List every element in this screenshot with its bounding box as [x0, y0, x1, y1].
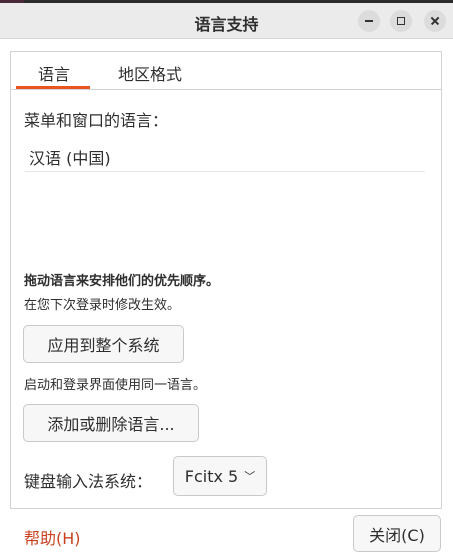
menu-language-label: 菜单和窗口的语言：	[24, 111, 169, 130]
maximize-icon[interactable]	[390, 10, 412, 32]
chevron-down-icon: ﹀	[244, 470, 256, 483]
tab-regional-formats[interactable]: 地区格式	[118, 61, 182, 85]
tab-bar: 语言 地区格式	[11, 52, 441, 90]
active-tab-indicator	[16, 86, 90, 89]
login-screen-hint: 启动和登录界面使用同一语言。	[24, 378, 207, 393]
language-support-panel: 语言 地区格式 菜单和窗口的语言： 汉语 (中国) 拖动语言来安排他们的优先顺序…	[10, 51, 442, 509]
tab-language[interactable]: 语言	[38, 61, 70, 85]
help-button[interactable]: 帮助(H)	[24, 525, 81, 549]
input-method-value: Fcitx 5	[184, 466, 239, 486]
effect-next-login-hint: 在您下次登录时修改生效。	[24, 298, 181, 313]
language-list-divider	[25, 171, 425, 172]
input-method-label: 键盘输入法系统：	[24, 472, 153, 491]
window-title: 语言支持	[194, 15, 259, 34]
minimize-icon[interactable]	[358, 10, 380, 32]
add-remove-languages-button[interactable]: 添加或删除语言...	[23, 404, 199, 442]
title-bar: 语言支持	[0, 3, 453, 39]
apply-system-wide-button[interactable]: 应用到整个系统	[23, 325, 184, 363]
language-list-item[interactable]: 汉语 (中国)	[29, 145, 111, 169]
close-icon[interactable]	[424, 10, 446, 32]
input-method-select[interactable]: Fcitx 5 ﹀	[173, 456, 267, 496]
drag-order-hint: 拖动语言来安排他们的优先顺序。	[24, 274, 220, 289]
close-button[interactable]: 关闭(C)	[353, 515, 441, 552]
